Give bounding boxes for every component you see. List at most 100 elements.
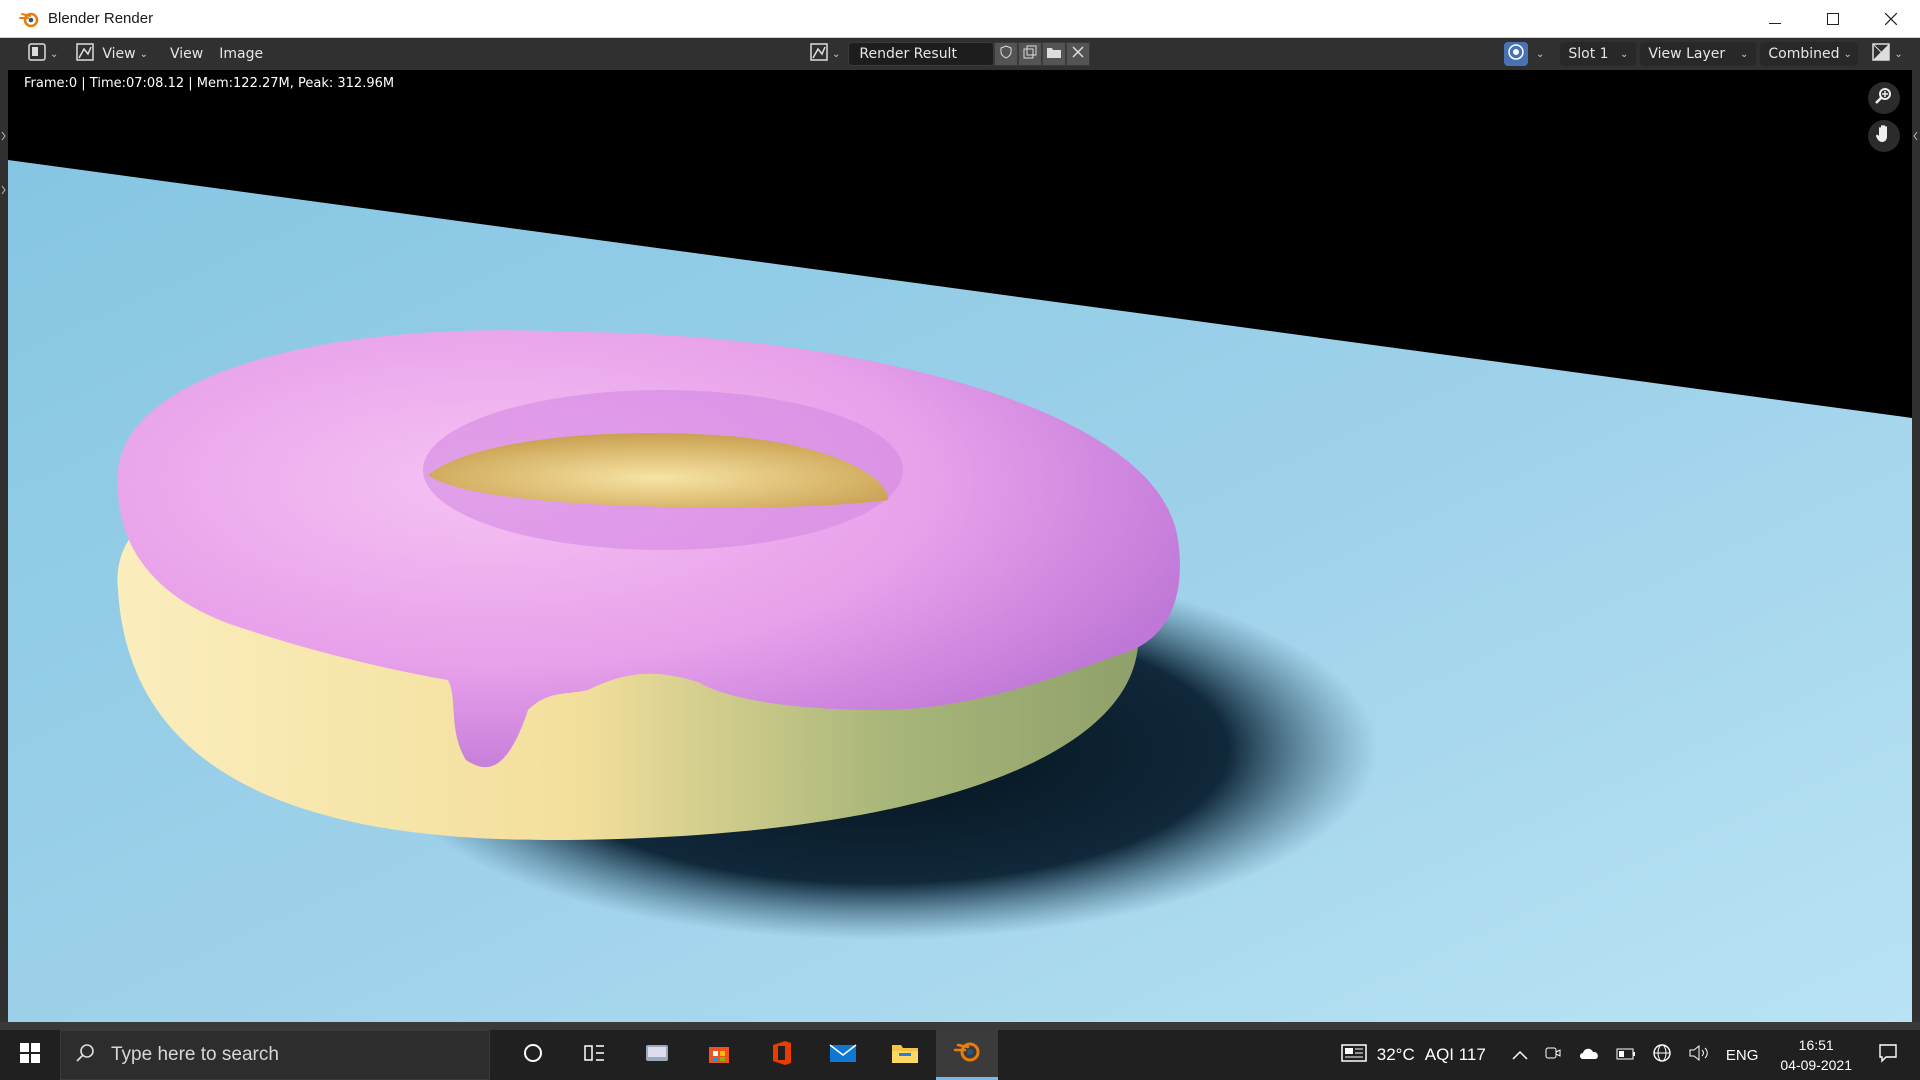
search-placeholder: Type here to search [111, 1044, 279, 1065]
store-icon [707, 1041, 731, 1070]
taskbar-app-store[interactable] [688, 1030, 750, 1080]
tray-meet-now[interactable] [1544, 1044, 1562, 1067]
news-icon [1341, 1043, 1367, 1068]
display-channels-icon [1872, 43, 1891, 65]
show-hidden-icons-button[interactable] [1512, 1045, 1528, 1065]
task-view-icon [584, 1043, 606, 1068]
image-name-field[interactable]: Render Result [848, 42, 995, 66]
display-channels-button[interactable]: ⌄ [1866, 42, 1908, 66]
taskbar-app-mail[interactable] [812, 1030, 874, 1080]
window-title: Blender Render [48, 10, 154, 27]
view-layer-dropdown[interactable]: View Layer ⌄ [1640, 42, 1757, 66]
tray-volume[interactable] [1688, 1044, 1710, 1067]
slot-dropdown[interactable]: Slot 1 ⌄ [1560, 42, 1637, 66]
image-editor-icon [28, 43, 46, 65]
render-pass-dropdown[interactable]: Combined ⌄ [1760, 42, 1859, 66]
pan-button[interactable] [1868, 120, 1900, 152]
view-menu[interactable]: View [162, 46, 211, 62]
cloud-icon [1578, 1045, 1600, 1066]
view-mode-label: View [102, 46, 136, 62]
duplicate-icon [1023, 45, 1037, 63]
windows-taskbar: Type here to search 32°C AQI 117 ENG 16:… [0, 1030, 1920, 1080]
minimize-icon [1769, 10, 1781, 29]
minimize-button[interactable] [1746, 0, 1804, 38]
taskbar-app-paint[interactable] [626, 1030, 688, 1080]
render-result-image [8, 160, 1912, 1022]
tray-onedrive[interactable] [1578, 1045, 1600, 1066]
left-panel-edge [0, 38, 8, 1022]
image-editor-header: ⌄ View ⌄ View Image ⌄ Render Result ⌄ Sl… [8, 38, 1912, 70]
fake-user-button[interactable] [994, 42, 1019, 66]
chevron-down-icon: ⌄ [832, 48, 841, 60]
close-icon [1884, 10, 1898, 29]
chevron-down-icon: ⌄ [50, 48, 59, 60]
chevron-up-icon [1512, 1045, 1528, 1065]
clock-time: 16:51 [1798, 1037, 1834, 1053]
view-mode-dropdown[interactable]: View ⌄ [70, 42, 154, 66]
chevron-down-icon: ⌄ [1894, 48, 1903, 60]
render-pass-label: Combined [1768, 46, 1840, 62]
render-viewport[interactable]: Frame:0 | Time:07:08.12 | Mem:122.27M, P… [8, 70, 1912, 1022]
blender-render-window: Blender Render ⌄ View ⌄ View Image ⌄ Ren… [0, 0, 1920, 1030]
cortana-button[interactable] [502, 1030, 564, 1080]
notification-center-button[interactable] [1878, 1043, 1898, 1068]
image-view-icon [76, 43, 95, 65]
globe-icon [1652, 1043, 1672, 1068]
title-bar[interactable]: Blender Render [0, 0, 1920, 38]
taskbar-app-explorer[interactable] [874, 1030, 936, 1080]
windows-logo-icon [20, 1042, 40, 1068]
folder-icon [1046, 45, 1062, 63]
new-image-button[interactable] [1018, 42, 1043, 66]
close-window-button[interactable] [1862, 0, 1920, 38]
maximize-icon [1827, 10, 1839, 29]
shield-icon [999, 45, 1013, 63]
chevron-down-icon: ⌄ [1620, 48, 1629, 60]
notification-icon [1878, 1043, 1898, 1068]
weather-temp: 32°C [1376, 1045, 1415, 1064]
right-panel-edge [1912, 38, 1920, 1022]
status-bar [0, 1022, 1920, 1030]
taskbar-search-box[interactable]: Type here to search [60, 1030, 490, 1080]
view-layer-label: View Layer [1648, 46, 1726, 62]
weather-widget[interactable]: 32°C AQI 117 [1341, 1043, 1486, 1068]
close-icon [1072, 46, 1084, 62]
editor-type-button[interactable]: ⌄ [22, 42, 64, 66]
chevron-down-icon[interactable]: ⌄ [1536, 49, 1544, 60]
speaker-icon [1688, 1044, 1710, 1067]
tray-battery[interactable] [1616, 1045, 1636, 1065]
chevron-down-icon: ⌄ [139, 48, 149, 60]
unlink-image-button[interactable] [1066, 42, 1091, 66]
clock-date: 04-09-2021 [1780, 1057, 1852, 1073]
zoom-icon [1875, 87, 1893, 109]
blender-logo-icon [18, 8, 40, 30]
tray-clock[interactable]: 16:51 04-09-2021 [1780, 1035, 1852, 1075]
paint-icon [644, 1041, 670, 1070]
office-icon [769, 1040, 793, 1071]
battery-icon [1616, 1045, 1636, 1065]
hand-icon [1875, 124, 1893, 148]
mail-icon [829, 1042, 857, 1069]
zoom-button[interactable] [1868, 82, 1900, 114]
slot-label: Slot 1 [1568, 46, 1609, 62]
blender-logo-icon [953, 1039, 981, 1068]
browse-image-button[interactable]: ⌄ [804, 42, 846, 66]
image-browse-icon [810, 43, 828, 65]
render-stats: Frame:0 | Time:07:08.12 | Mem:122.27M, P… [24, 76, 395, 91]
image-menu[interactable]: Image [211, 46, 271, 62]
maximize-button[interactable] [1804, 0, 1862, 38]
weather-aqi: AQI 117 [1424, 1045, 1486, 1064]
folder-icon [891, 1042, 919, 1069]
system-tray: 32°C AQI 117 ENG 16:51 04-09-2021 [1333, 1030, 1920, 1080]
taskbar-app-blender[interactable] [936, 1030, 998, 1080]
camera-icon [1544, 1044, 1562, 1067]
open-image-button[interactable] [1042, 42, 1067, 66]
cortana-icon [523, 1043, 543, 1068]
gizmo-toggle-button[interactable] [1504, 42, 1528, 66]
chevron-down-icon: ⌄ [1740, 48, 1749, 60]
tray-language[interactable]: ENG [1726, 1047, 1759, 1064]
start-button[interactable] [0, 1030, 60, 1080]
task-view-button[interactable] [564, 1030, 626, 1080]
taskbar-app-office[interactable] [750, 1030, 812, 1080]
gizmo-icon [1507, 43, 1525, 65]
tray-network[interactable] [1652, 1043, 1672, 1068]
